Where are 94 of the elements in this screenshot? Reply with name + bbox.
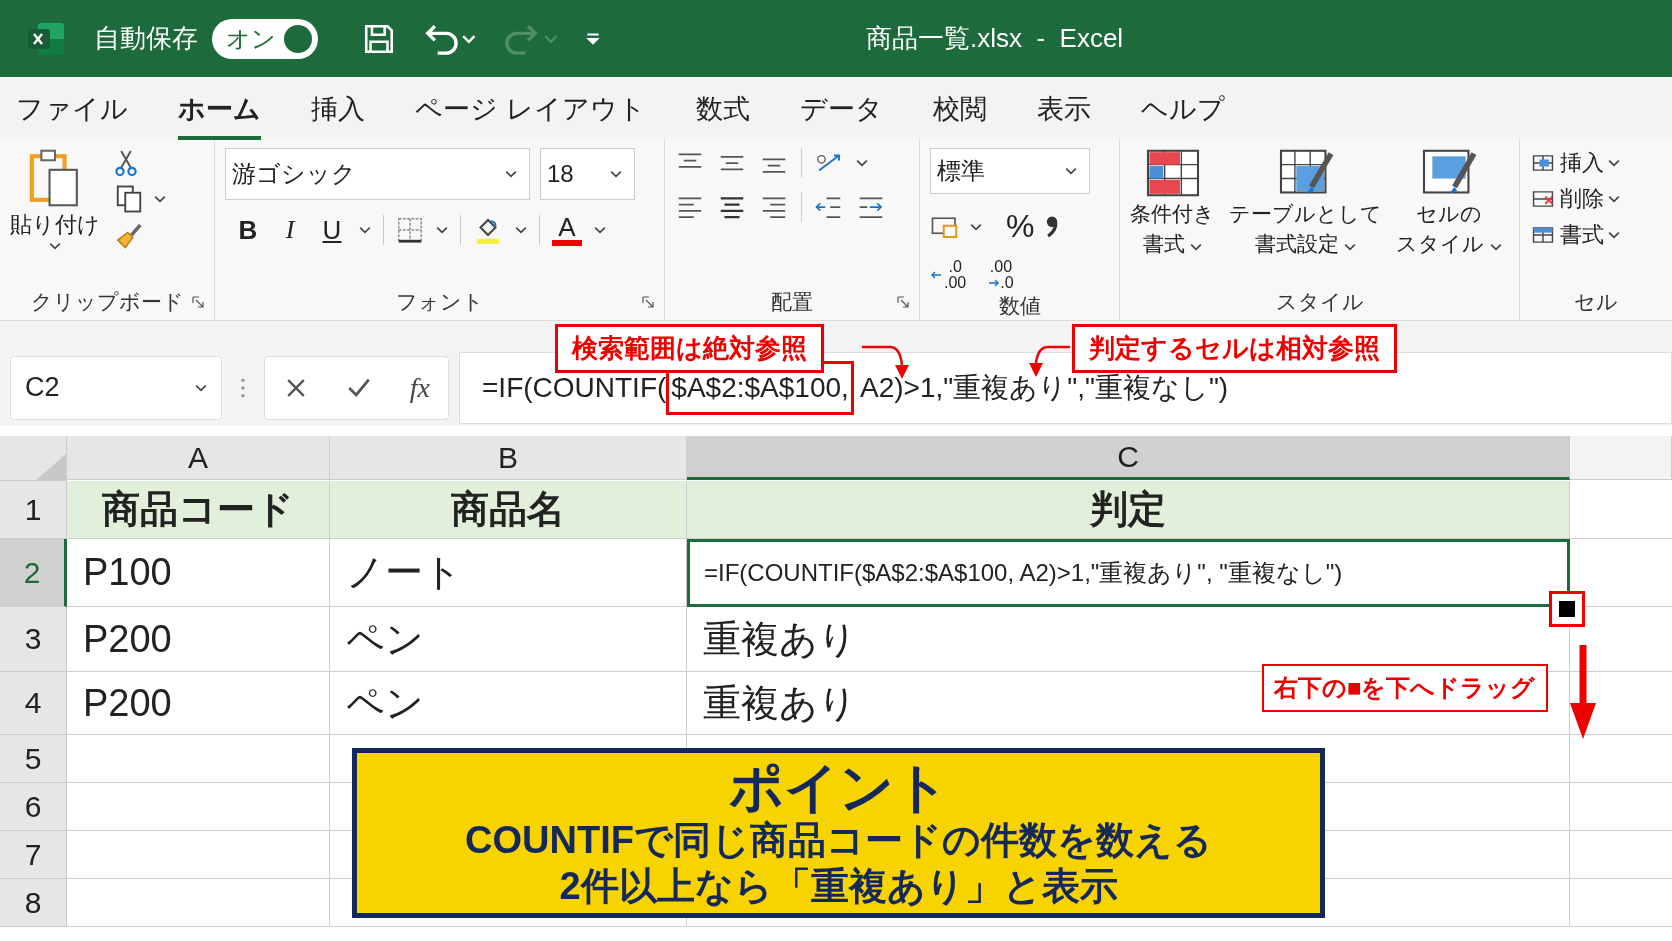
chevron-down-icon [1190, 243, 1203, 251]
row-header[interactable]: 6 [0, 783, 67, 831]
delete-cells-button[interactable]: 削除 [1530, 184, 1662, 214]
table-cell: 判定 [687, 481, 1570, 539]
chevron-down-icon[interactable] [515, 226, 527, 234]
autosave-toggle[interactable]: オン [212, 18, 318, 59]
point-text: 2件以上なら「重複あり」と表示 [559, 864, 1118, 909]
chevron-down-icon [505, 170, 517, 178]
format-as-table-button[interactable]: テーブルとして 書式設定 [1229, 148, 1382, 284]
insert-cells-button[interactable]: 挿入 [1530, 148, 1662, 178]
group-label: フォント [395, 289, 484, 315]
chevron-down-icon[interactable] [154, 195, 166, 203]
cell-styles-button[interactable]: セルの スタイル [1396, 148, 1502, 284]
column-header[interactable]: A [67, 436, 330, 480]
column-header[interactable]: C [687, 436, 1570, 480]
ribbon-tab[interactable]: 挿入 [311, 77, 365, 140]
scissors-icon[interactable] [114, 148, 138, 178]
percent-button[interactable]: % [1006, 208, 1035, 245]
table-cell: ペン [330, 672, 687, 735]
window-title: 商品一覧.xlsx - Excel [866, 22, 1124, 55]
highlighted-grid-icon [1144, 148, 1201, 198]
dialog-launcher-icon[interactable] [897, 296, 909, 308]
chevron-down-icon [1608, 159, 1620, 167]
table-cell: 商品名 [330, 481, 687, 539]
ribbon-tab[interactable]: ファイル [16, 77, 128, 140]
chevron-down-icon [1065, 167, 1077, 175]
table-cell: 商品コード [67, 481, 330, 539]
ribbon-tab[interactable]: 校閲 [932, 77, 987, 140]
insert-cells-icon [1530, 152, 1556, 174]
row-header[interactable]: 4 [0, 672, 67, 735]
autosave-label: 自動保存 [94, 22, 198, 55]
row-header[interactable]: 2 [0, 539, 67, 607]
chevron-down-icon[interactable] [359, 226, 371, 234]
ribbon-tab[interactable]: 表示 [1036, 77, 1091, 140]
callout-label: 右下の■を下へドラッグ [1262, 664, 1548, 712]
table-cell: P100 [67, 539, 330, 607]
group-label: スタイル [1275, 289, 1364, 315]
decrease-decimal-button[interactable]: .00 .0 [988, 259, 1014, 291]
format-cells-icon [1530, 224, 1556, 246]
column-header[interactable]: B [330, 436, 687, 480]
format-cells-button[interactable]: 書式 [1530, 220, 1662, 250]
dialog-launcher-icon[interactable] [192, 296, 204, 308]
callout-label: 検索範囲は絶対参照 [555, 324, 824, 373]
italic-button[interactable]: I [275, 215, 305, 245]
chevron-down-icon [1608, 231, 1620, 239]
chevron-down-icon[interactable] [970, 222, 982, 231]
row-header[interactable]: 7 [0, 831, 67, 879]
increase-decimal-button[interactable]: .0 .00 [930, 259, 967, 291]
font-color-button[interactable]: A [552, 214, 582, 246]
group-label: クリップボード [30, 289, 184, 315]
chevron-down-icon [610, 170, 622, 178]
left-arrow-icon [930, 270, 942, 280]
dialog-launcher-icon[interactable] [642, 296, 654, 308]
borders-icon[interactable] [396, 216, 424, 244]
chevron-down-icon[interactable] [594, 226, 606, 234]
name-box[interactable]: C2 [10, 355, 222, 420]
group-label: 数値 [998, 292, 1041, 319]
chevron-down-icon[interactable] [856, 159, 868, 167]
number-format-dropdown[interactable]: 標準 [930, 148, 1090, 194]
ribbon-tab[interactable]: ページ レイアウト [415, 77, 646, 140]
chevron-down-icon [1608, 195, 1620, 203]
underline-button[interactable]: U [317, 214, 347, 246]
table-cell: P200 [67, 672, 330, 735]
font-name-dropdown[interactable]: 游ゴシック [225, 148, 530, 200]
paste-button[interactable]: 貼り付け [10, 148, 100, 284]
point-text: COUNTIFで同じ商品コードの件数を数える [465, 818, 1212, 863]
point-title: ポイント [728, 757, 949, 817]
font-size-dropdown[interactable]: 18 [540, 148, 635, 200]
insert-function-button[interactable]: fx [409, 371, 430, 404]
chevron-down-icon [1344, 243, 1357, 251]
group-label: セル [1574, 289, 1618, 315]
chevron-down-icon[interactable] [436, 226, 448, 234]
chevron-down-icon [195, 383, 207, 392]
right-arrow-icon [988, 278, 1001, 288]
table-cell: ペン [330, 607, 687, 672]
conditional-formatting-button[interactable]: 条件付き 書式 [1130, 148, 1215, 284]
callout-label: 判定するセルは相対参照 [1072, 324, 1397, 373]
row-header[interactable]: 5 [0, 735, 67, 783]
chevron-down-icon [1489, 243, 1502, 251]
copy-icon[interactable] [114, 184, 144, 214]
ribbon-tab[interactable]: ヘルプ [1140, 77, 1225, 140]
triangle-icon [36, 454, 66, 480]
table-cell: P200 [67, 607, 330, 672]
row-header[interactable]: 8 [0, 879, 67, 927]
row-header[interactable]: 3 [0, 607, 67, 672]
table-cell: ノート [330, 539, 687, 607]
ribbon-tab[interactable]: データ [799, 77, 883, 140]
bold-button[interactable]: B [233, 214, 263, 246]
group-label: 配置 [771, 289, 813, 315]
ribbon-tab[interactable]: 数式 [695, 77, 750, 140]
row-header[interactable]: 1 [0, 481, 67, 539]
chevron-down-icon [49, 242, 61, 250]
delete-cells-icon [1530, 188, 1556, 210]
fill-handle[interactable] [1549, 591, 1585, 627]
